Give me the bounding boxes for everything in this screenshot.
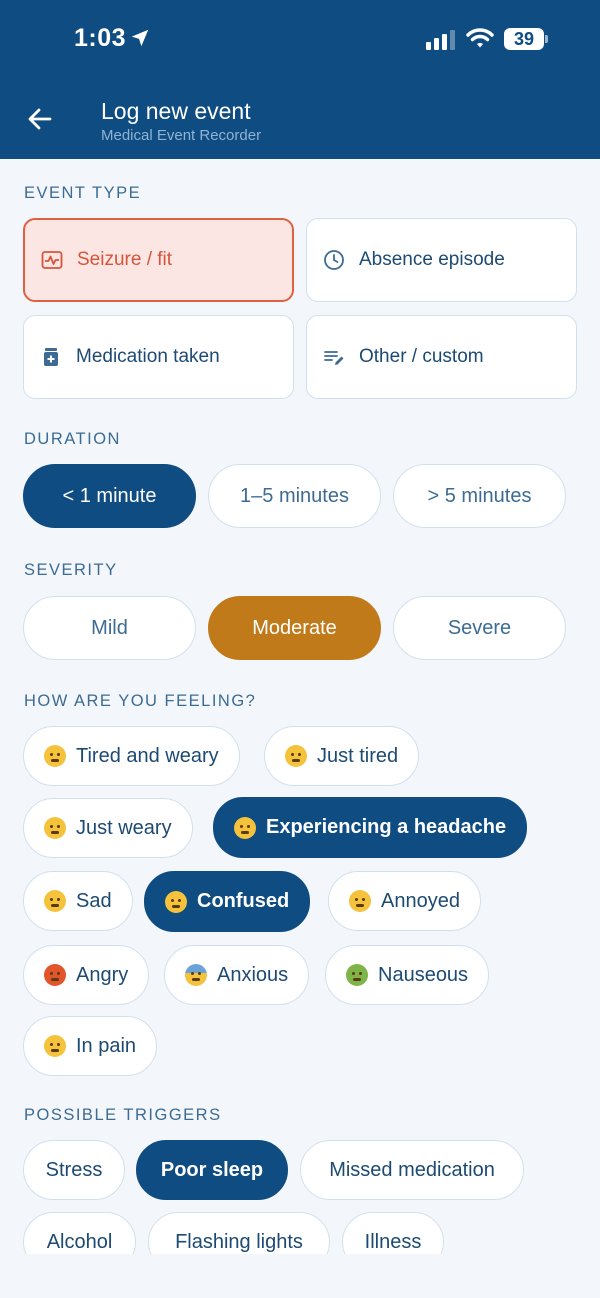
crying-face-icon: [44, 890, 66, 912]
feeling-chip-annoyed[interactable]: Annoyed: [328, 871, 481, 931]
severity-option-severe[interactable]: Severe: [393, 596, 566, 660]
arrow-left-icon: [28, 108, 52, 130]
feeling-label: Just tired: [317, 744, 399, 767]
clock-icon: [323, 249, 345, 271]
back-button[interactable]: [22, 101, 58, 137]
wifi-icon: [466, 28, 494, 48]
battery-icon: 39: [504, 28, 548, 50]
sleepy-sweat-face-icon: [285, 745, 307, 767]
section-label-triggers: POSSIBLE TRIGGERS: [24, 1106, 222, 1124]
trigger-chip-flashing-lights[interactable]: Flashing lights: [148, 1212, 330, 1254]
medication-icon: [40, 346, 62, 368]
feeling-chip-in-pain[interactable]: In pain: [23, 1016, 158, 1076]
event-type-seizure[interactable]: Seizure / fit: [23, 218, 294, 302]
feeling-chip-anxious[interactable]: Anxious: [164, 945, 310, 1005]
pulse-icon: [41, 249, 63, 271]
feeling-label: Just weary: [76, 816, 172, 839]
section-label-feeling: HOW ARE YOU FEELING?: [24, 692, 257, 710]
trigger-chip-missed-medication[interactable]: Missed medication: [300, 1140, 524, 1200]
event-type-medication[interactable]: Medication taken: [23, 315, 294, 399]
app-header: 1:03 39 Log new event Medical Event Reco…: [0, 0, 600, 159]
feeling-chip-just-weary[interactable]: Just weary: [23, 798, 193, 858]
angry-face-icon: [44, 964, 66, 986]
anxious-face-icon: [185, 964, 207, 986]
section-label-event-type: EVENT TYPE: [24, 184, 142, 202]
trigger-chip-poor-sleep[interactable]: Poor sleep: [136, 1140, 288, 1200]
section-label-duration: DURATION: [24, 430, 121, 448]
feeling-chip-just-tired[interactable]: Just tired: [264, 726, 420, 786]
pain-face-icon: [44, 1035, 66, 1057]
page-title: Log new event: [101, 98, 251, 124]
location-arrow-icon: [131, 29, 149, 47]
event-type-absence[interactable]: Absence episode: [306, 218, 577, 302]
trigger-chip-stress[interactable]: Stress: [23, 1140, 125, 1200]
feeling-label: Experiencing a headache: [266, 816, 507, 838]
feeling-chip-angry[interactable]: Angry: [23, 945, 150, 1005]
event-type-label: Other / custom: [359, 346, 484, 367]
section-label-severity: SEVERITY: [24, 561, 118, 579]
feeling-chip-confused[interactable]: Confused: [144, 871, 311, 932]
feeling-label: Anxious: [217, 963, 289, 986]
event-type-label: Seizure / fit: [77, 249, 173, 270]
feeling-label: Confused: [197, 890, 290, 912]
feeling-chip-headache[interactable]: Experiencing a headache: [213, 797, 528, 858]
feeling-label: Nauseous: [378, 963, 469, 986]
feeling-label: Tired and weary: [76, 744, 219, 767]
event-type-label: Absence episode: [359, 249, 505, 270]
astonished-face-icon: [165, 890, 187, 913]
trigger-chip-alcohol[interactable]: Alcohol: [23, 1212, 136, 1254]
severity-option-mild[interactable]: Mild: [23, 596, 196, 660]
weary-face-icon: [44, 817, 66, 839]
event-type-other[interactable]: Other / custom: [306, 315, 577, 399]
event-type-label: Medication taken: [76, 346, 220, 367]
nauseous-face-icon: [346, 964, 368, 986]
feeling-label: Sad: [76, 889, 112, 912]
status-time: 1:03: [74, 24, 127, 52]
duration-option-under-1[interactable]: < 1 minute: [23, 464, 196, 528]
feeling-chip-nauseous[interactable]: Nauseous: [325, 945, 490, 1005]
battery-tip: [545, 35, 548, 43]
feeling-label: Annoyed: [381, 889, 460, 912]
trigger-chip-illness[interactable]: Illness: [342, 1212, 444, 1254]
dizzy-face-icon: [234, 816, 256, 839]
page-subtitle: Medical Event Recorder: [101, 127, 262, 144]
duration-option-1-5[interactable]: 1–5 minutes: [208, 464, 381, 528]
sleepy-face-icon: [44, 745, 66, 767]
feeling-chip-sad[interactable]: Sad: [23, 871, 133, 931]
edit-list-icon: [323, 346, 345, 368]
feeling-label: Angry: [76, 963, 129, 986]
feeling-chip-tired-weary[interactable]: Tired and weary: [23, 726, 240, 786]
cellular-signal-icon: [426, 30, 455, 50]
severity-option-moderate[interactable]: Moderate: [208, 596, 381, 660]
duration-option-over-5[interactable]: > 5 minutes: [393, 464, 566, 528]
battery-level: 39: [504, 28, 544, 50]
annoyed-face-icon: [349, 890, 371, 912]
feeling-label: In pain: [76, 1034, 137, 1057]
